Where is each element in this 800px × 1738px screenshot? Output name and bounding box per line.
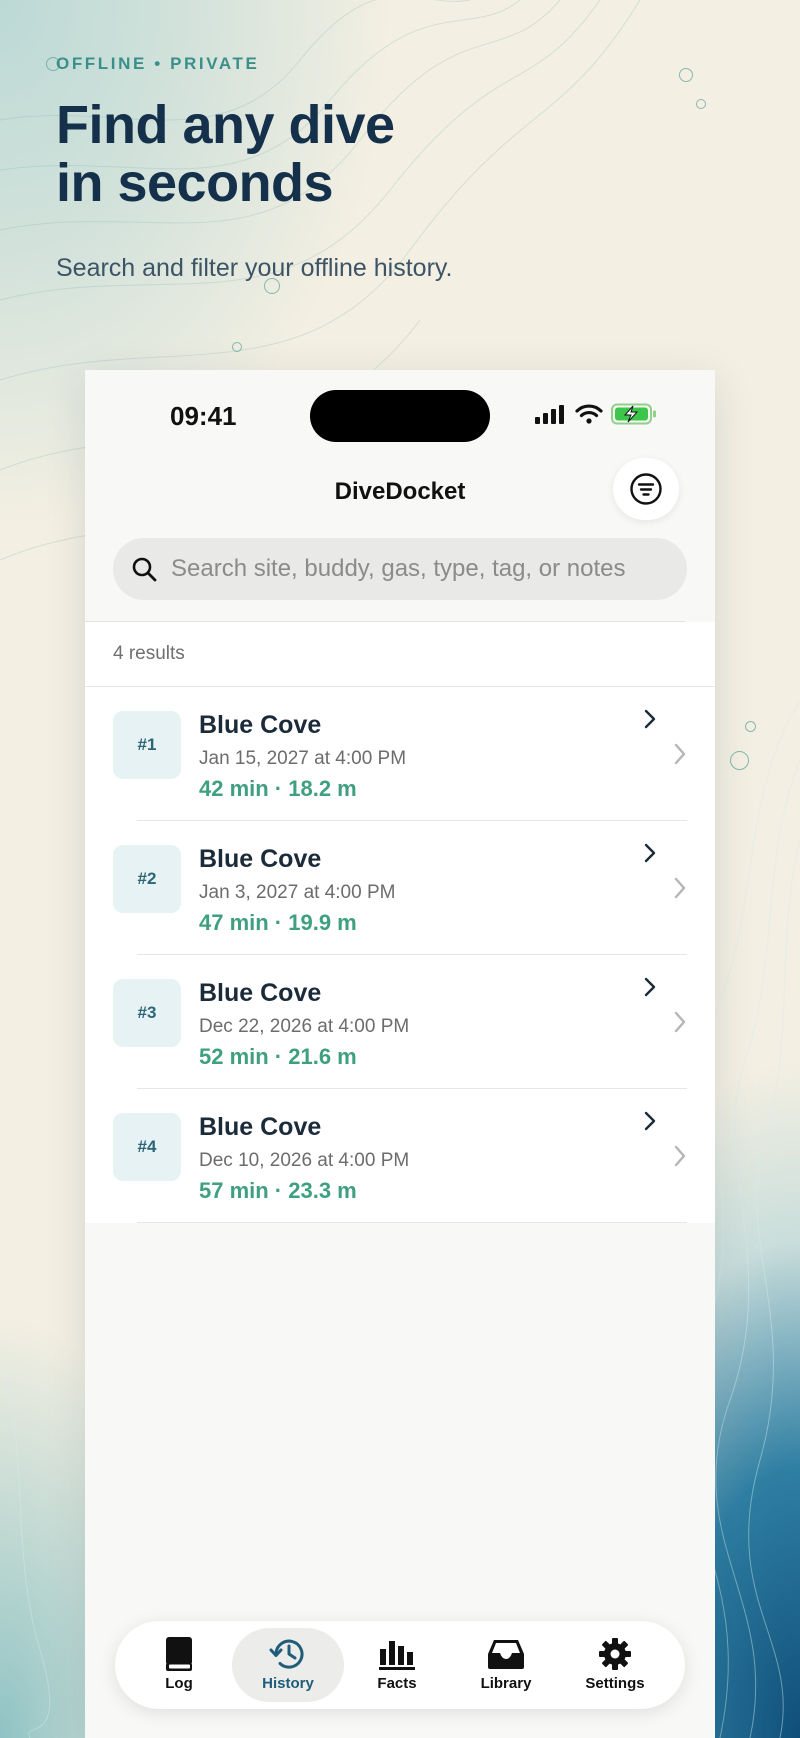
- tab-label: Log: [165, 1675, 193, 1692]
- filter-icon: [630, 473, 662, 505]
- tab-settings[interactable]: Settings: [559, 1628, 671, 1702]
- wifi-icon: [575, 404, 603, 424]
- bubble-decoration: [696, 99, 706, 109]
- navigation-bar: DiveDocket: [85, 458, 715, 528]
- tab-label: Facts: [377, 1675, 417, 1692]
- dive-number-badge: #1: [113, 711, 181, 779]
- inbox-tray-icon: [450, 1634, 562, 1674]
- dive-row[interactable]: #3 Blue Cove Dec 22, 2026 at 4:00 PM 52 …: [85, 955, 715, 1089]
- dive-site: Blue Cove: [199, 1113, 322, 1141]
- results-count: 4 results: [85, 622, 715, 687]
- search-bar[interactable]: [113, 538, 687, 600]
- dive-number-badge: #4: [113, 1113, 181, 1181]
- results-list: 4 results #1 Blue Cove Jan 15, 2027 at 4…: [85, 622, 715, 1223]
- cellular-signal-icon: [535, 405, 564, 424]
- dive-stats: 57 min · 23.3 m: [199, 1178, 357, 1203]
- chevron-right-icon: [674, 1145, 686, 1167]
- bar-chart-icon: [341, 1634, 453, 1674]
- dive-date: Jan 15, 2027 at 4:00 PM: [199, 748, 407, 769]
- dynamic-island: [310, 390, 490, 442]
- gear-icon: [559, 1634, 671, 1674]
- headline-line-2: in seconds: [56, 153, 334, 213]
- dive-site: Blue Cove: [199, 979, 322, 1007]
- dive-stats: 42 min · 18.2 m: [199, 776, 357, 801]
- chevron-right-icon: [644, 977, 656, 997]
- phone-screen: 09:41 DiveDocket Search site, buddy, gas…: [85, 370, 715, 1738]
- dive-date: Dec 22, 2026 at 4:00 PM: [199, 1016, 410, 1037]
- tab-facts[interactable]: Facts: [341, 1628, 453, 1702]
- bubble-decoration: [232, 342, 242, 352]
- row-separator: [137, 1222, 687, 1223]
- filter-button[interactable]: [613, 458, 679, 520]
- eyebrow-tagline: OFFLINE • PRIVATE: [56, 54, 260, 73]
- chevron-right-icon: [644, 709, 656, 729]
- tab-label: Settings: [585, 1675, 645, 1692]
- marketing-headline: Find any dive in seconds: [56, 96, 395, 212]
- dive-stats: 47 min · 19.9 m: [199, 910, 357, 935]
- tab-history[interactable]: History: [232, 1628, 344, 1702]
- headline-line-1: Find any dive: [56, 95, 395, 155]
- chevron-right-icon: [674, 877, 686, 899]
- bubble-decoration: [730, 751, 749, 770]
- dive-date: Jan 3, 2027 at 4:00 PM: [199, 882, 396, 903]
- dive-date: Dec 10, 2026 at 4:00 PM: [199, 1150, 410, 1171]
- dive-row[interactable]: #2 Blue Cove Jan 3, 2027 at 4:00 PM 47 m…: [85, 821, 715, 955]
- status-bar: 09:41: [85, 370, 715, 458]
- tab-log[interactable]: Log: [123, 1628, 235, 1702]
- history-icon: [232, 1634, 344, 1674]
- tab-library[interactable]: Library: [450, 1628, 562, 1702]
- dive-site: Blue Cove: [199, 711, 322, 739]
- book-icon: [123, 1634, 235, 1674]
- tab-label: Library: [480, 1675, 532, 1692]
- dive-row[interactable]: #4 Blue Cove Dec 10, 2026 at 4:00 PM 57 …: [85, 1089, 715, 1223]
- dive-row[interactable]: #1 Blue Cove Jan 15, 2027 at 4:00 PM 42 …: [85, 687, 715, 821]
- dive-stats: 52 min · 21.6 m: [199, 1044, 357, 1069]
- bubble-decoration: [679, 68, 693, 82]
- search-input[interactable]: [169, 554, 687, 584]
- dive-number-badge: #2: [113, 845, 181, 913]
- status-time: 09:41: [170, 401, 237, 431]
- marketing-subhead: Search and filter your offline history.: [56, 254, 453, 282]
- dive-number-badge: #3: [113, 979, 181, 1047]
- chevron-right-icon: [674, 743, 686, 765]
- chevron-right-icon: [674, 1011, 686, 1033]
- tab-label: History: [262, 1675, 314, 1692]
- search-icon: [131, 555, 159, 583]
- chevron-right-icon: [644, 1111, 656, 1131]
- tab-bar: Log History Facts Library Settings: [115, 1621, 685, 1709]
- dive-site: Blue Cove: [199, 845, 322, 873]
- chevron-right-icon: [644, 843, 656, 863]
- battery-charging-icon: [611, 403, 656, 425]
- status-icons: [535, 403, 657, 425]
- bubble-decoration: [745, 721, 756, 732]
